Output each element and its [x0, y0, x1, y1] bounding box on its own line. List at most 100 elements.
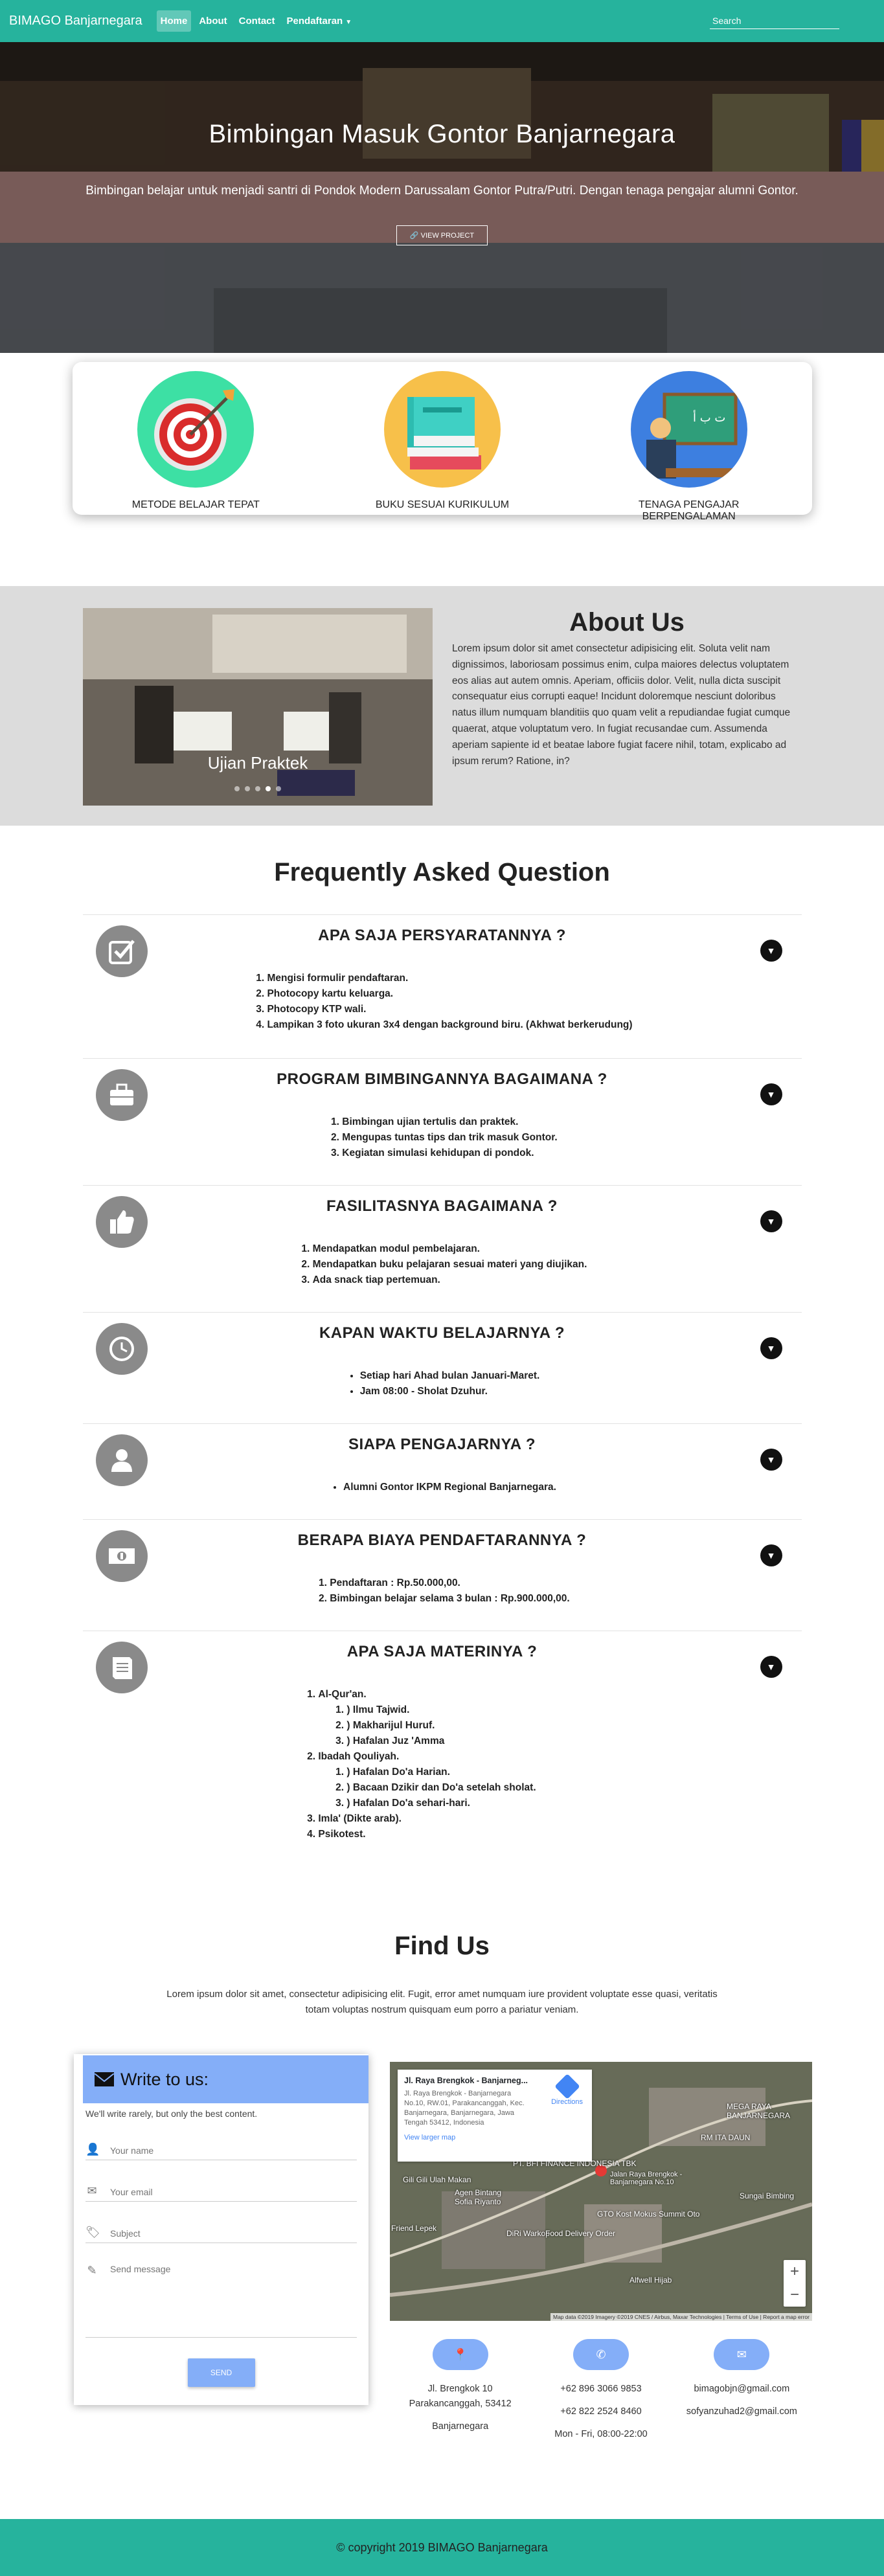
name-field: 👤: [85, 2136, 357, 2160]
faq-question[interactable]: SIAPA PENGAJARNYA ?: [83, 1436, 802, 1454]
directions-button[interactable]: Directions: [551, 2073, 583, 2106]
chevron-down-icon[interactable]: ▼: [760, 1449, 782, 1471]
faq-question[interactable]: KAPAN WAKTU BELAJARNYA ?: [83, 1324, 802, 1342]
carousel-dot[interactable]: [234, 786, 240, 791]
message-input[interactable]: [110, 2264, 343, 2329]
map-marker-icon[interactable]: 📍: [432, 2339, 488, 2370]
user-icon: [95, 1434, 148, 1486]
envelope-icon: ✉: [87, 2184, 97, 2197]
clock-icon: [95, 1323, 148, 1375]
zoom-out-icon[interactable]: −: [790, 2286, 799, 2304]
list-item: Ada snack tiap pertemuan.: [313, 1272, 587, 1288]
find-us-content: Write to us: We'll write rarely, but onl…: [0, 2054, 884, 2456]
faq-item: BERAPA BIAYA PENDAFTARANNYA ? ▼ Pendafta…: [82, 1519, 802, 1631]
phone-number: +62 896 3066 9853: [560, 2384, 642, 2394]
carousel-dot[interactable]: [276, 786, 281, 791]
envelope-icon[interactable]: ✉: [714, 2339, 770, 2370]
list-item: Photocopy KTP wali.: [267, 1002, 632, 1017]
copyright-text: © copyright 2019 BIMAGO Banjarnegara: [336, 2540, 548, 2554]
map-label: Jalan Raya Brengkok - Banjarnegara No.10: [610, 2171, 683, 2186]
address-line: Banjarnegara: [432, 2421, 489, 2432]
feature-label: TENAGA PENGAJAR BERPENGALAMAN: [638, 499, 740, 522]
faq-answer: Al-Qur'an. ) Ilmu Tajwid. ) Makharijul H…: [38, 1687, 802, 1842]
list-item: Photocopy kartu keluarga.: [267, 986, 632, 1002]
carousel-caption: Ujian Praktek: [207, 753, 308, 773]
sub-list-item: ) Makharijul Huruf.: [346, 1718, 536, 1734]
about-text: About Us Lorem ipsum dolor sit amet cons…: [452, 608, 802, 769]
name-input[interactable]: [110, 2145, 343, 2156]
map-label: GTO Kost Mokus Summit Oto: [597, 2209, 700, 2219]
about-section: Ujian Praktek About Us Lorem ipsum dolor…: [0, 586, 884, 826]
chevron-down-icon[interactable]: ▼: [760, 1083, 782, 1105]
chevron-down-icon[interactable]: ▼: [760, 1656, 782, 1678]
search-input[interactable]: [710, 13, 839, 29]
email-info: ✉ bimagobjn@gmail.com sofyanzuhad2@gmail…: [677, 2339, 806, 2450]
faq-answer: Pendaftaran : Rp.50.000,00. Bimbingan be…: [83, 1576, 802, 1607]
subject-field: 🏷: [85, 2219, 357, 2243]
map-label: Gili Gili Ulah Makan: [403, 2175, 471, 2184]
phone-icon[interactable]: ✆: [572, 2339, 629, 2370]
feature-pengajar: ت ب أ TENAGA PENGAJAR BERPENGALAMAN: [592, 371, 786, 522]
faq-answer: Setiap hari Ahad bulan Januari-Maret. Ja…: [83, 1368, 802, 1399]
view-larger-map-link[interactable]: View larger map: [404, 2134, 585, 2141]
view-project-button[interactable]: 🔗 VIEW PROJECT: [396, 225, 488, 245]
faq-question[interactable]: APA SAJA MATERINYA ?: [83, 1643, 802, 1661]
nav-home[interactable]: Home: [156, 10, 192, 32]
carousel-indicators: [83, 786, 433, 791]
list-item: Mengupas tuntas tips dan trik masuk Gont…: [342, 1130, 557, 1146]
list-item: Jam 08:00 - Sholat Dzuhur.: [360, 1384, 540, 1399]
find-us-title: Find Us: [394, 1932, 490, 1960]
nav-contact[interactable]: Contact: [235, 10, 279, 32]
chevron-down-icon[interactable]: ▼: [760, 1337, 782, 1359]
directions-label: Directions: [551, 2098, 583, 2106]
send-button[interactable]: SEND: [187, 2358, 255, 2387]
carousel-dot[interactable]: [266, 786, 271, 791]
view-project-label: VIEW PROJECT: [420, 231, 475, 240]
link-icon: 🔗: [409, 231, 421, 240]
map-zoom-control: + −: [784, 2260, 806, 2307]
google-map[interactable]: MEGA RAYA BANJARNEGARA RM ITA DAUN PT. B…: [390, 2062, 812, 2321]
faq-question[interactable]: FASILITASNYA BAGAIMANA ?: [83, 1197, 802, 1215]
email-address: sofyanzuhad2@gmail.com: [686, 2406, 797, 2417]
subject-input[interactable]: [110, 2228, 343, 2239]
list-item: Mendapatkan modul pembelajaran.: [313, 1241, 587, 1257]
faq-answer: Alumni Gontor IKPM Regional Banjarnegara…: [83, 1480, 802, 1495]
money-icon: [95, 1530, 148, 1582]
chevron-down-icon[interactable]: ▼: [760, 1544, 782, 1566]
zoom-in-icon[interactable]: +: [790, 2263, 799, 2281]
about-carousel[interactable]: Ujian Praktek: [83, 608, 433, 806]
sub-list-item: ) Hafalan Juz 'Amma: [346, 1734, 536, 1749]
carousel-dot[interactable]: [245, 786, 250, 791]
faq-item: APA SAJA MATERINYA ? ▼ Al-Qur'an. ) Ilmu…: [82, 1631, 802, 1844]
teacher-icon: ت ب أ: [630, 371, 747, 488]
brand-logo[interactable]: BIMAGO Banjarnegara: [9, 14, 142, 28]
directions-icon: [554, 2073, 580, 2099]
address-line: Jl. Brengkok 10: [427, 2384, 493, 2394]
briefcase-icon: [95, 1069, 148, 1121]
map-label: Food Delivery Order: [545, 2229, 616, 2238]
faq-question[interactable]: PROGRAM BIMBINGANNYA BAGAIMANA ?: [83, 1070, 802, 1089]
contact-form-header: Write to us:: [83, 2055, 368, 2103]
map-attribution: Map data ©2019 Imagery ©2019 CNES / Airb…: [550, 2313, 812, 2321]
list-item: Mendapatkan buku pelajaran sesuai materi…: [313, 1257, 587, 1272]
chevron-down-icon[interactable]: ▼: [760, 1210, 782, 1232]
books-icon: [383, 371, 501, 488]
chevron-down-icon[interactable]: ▼: [760, 940, 782, 962]
nav-about[interactable]: About: [195, 10, 231, 32]
faq-list: APA SAJA PERSYARATANNYA ? ▼ Mengisi form…: [82, 914, 802, 1844]
faq-question[interactable]: APA SAJA PERSYARATANNYA ?: [83, 927, 802, 945]
address-info: 📍 Jl. Brengkok 10 Parakancanggah, 53412 …: [396, 2339, 525, 2450]
envelope-icon: [94, 2072, 115, 2086]
about-body: Lorem ipsum dolor sit amet consectetur a…: [452, 643, 791, 767]
faq-question[interactable]: BERAPA BIAYA PENDAFTARANNYA ?: [83, 1531, 802, 1550]
map-label: MEGA RAYA BANJARNEGARA: [727, 2102, 791, 2120]
checkbox-icon: [95, 925, 148, 977]
email-input[interactable]: [110, 2187, 343, 2197]
list-item-text: Ibadah Qouliyah.: [318, 1751, 400, 1763]
faq-item: APA SAJA PERSYARATANNYA ? ▼ Mengisi form…: [82, 914, 802, 1058]
carousel-dot[interactable]: [255, 786, 260, 791]
list-item: Bimbingan ujian tertulis dan praktek.: [342, 1114, 557, 1130]
nav-pendaftaran-dropdown[interactable]: Pendaftaran ▼: [283, 10, 356, 32]
hero-banner: Bimbingan Masuk Gontor Banjarnegara Bimb…: [0, 42, 884, 353]
find-us-description: Lorem ipsum dolor sit amet, consectetur …: [166, 1989, 718, 2015]
